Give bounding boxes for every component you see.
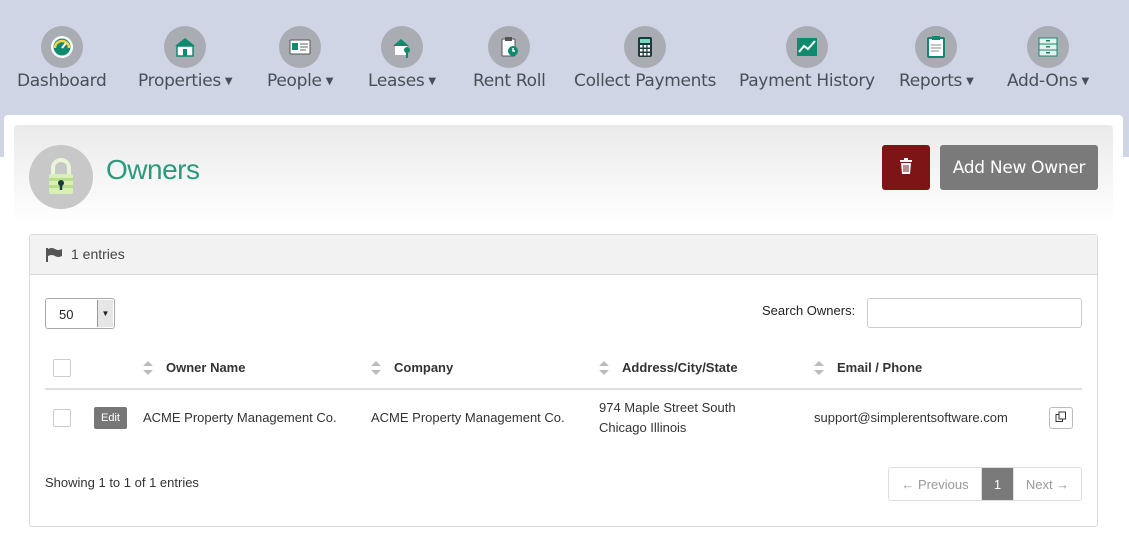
cell-company: ACME Property Management Co. [371, 410, 565, 425]
table-header-divider [45, 388, 1082, 390]
column-header-email-phone[interactable]: Email / Phone [837, 360, 922, 375]
search-label: Search Owners: [762, 303, 856, 318]
entries-count: 1 entries [71, 246, 125, 262]
sort-icon[interactable] [142, 360, 154, 380]
caret-down-icon: ▼ [966, 76, 974, 87]
nav-label: People [267, 71, 322, 91]
page-length-select[interactable]: 50 ▼ [45, 298, 115, 329]
row-checkbox[interactable] [53, 409, 71, 427]
nav-add-ons[interactable]: Add-Ons ▼ [1007, 26, 1089, 91]
address-line2: Chicago Illinois [599, 420, 687, 435]
address-line1: 974 Maple Street South [599, 400, 736, 415]
current-page-button[interactable]: 1 [982, 468, 1013, 500]
caret-down-icon: ▼ [325, 76, 334, 87]
dropdown-arrow-icon: ▼ [97, 300, 113, 327]
column-header-owner-name[interactable]: Owner Name [166, 360, 245, 375]
house-key-icon [380, 26, 423, 68]
search-input[interactable] [867, 298, 1082, 328]
clipboard-icon [915, 26, 958, 68]
line-chart-icon [785, 26, 828, 68]
top-navigation: Dashboard Properties ▼ People ▼ Leases ▼ Re… [0, 0, 1129, 115]
page-title: Owners [106, 154, 200, 185]
caret-down-icon: ▼ [1081, 76, 1089, 87]
column-header-company[interactable]: Company [394, 360, 453, 375]
page-length-value: 50 [59, 307, 74, 322]
caret-down-icon: ▼ [224, 76, 233, 87]
caret-down-icon: ▼ [428, 76, 436, 87]
nav-label: Collect Payments [574, 71, 717, 91]
clipboard-clock-icon [488, 26, 531, 68]
nav-rent-roll[interactable]: Rent Roll [473, 26, 546, 91]
edit-button[interactable]: Edit [94, 407, 127, 429]
house-icon [164, 26, 207, 68]
nav-label: Leases [368, 71, 425, 91]
sort-icon[interactable] [813, 360, 825, 380]
sort-icon[interactable] [598, 360, 610, 380]
nav-properties[interactable]: Properties ▼ [138, 26, 233, 91]
copy-icon [1055, 411, 1067, 426]
cabinet-icon [1026, 26, 1069, 68]
nav-collect-payments[interactable]: Collect Payments [574, 26, 716, 91]
nav-label: Rent Roll [473, 71, 546, 91]
nav-label: Add-Ons [1007, 71, 1078, 91]
nav-dashboard[interactable]: Dashboard [17, 26, 107, 91]
nav-label: Payment History [739, 71, 875, 91]
nav-label: Properties [138, 71, 221, 91]
nav-reports[interactable]: Reports ▼ [899, 26, 974, 91]
next-page-button[interactable]: Next → [1013, 468, 1081, 500]
dashboard-gauge-icon [40, 26, 83, 68]
copy-button[interactable] [1049, 407, 1073, 429]
id-card-icon [279, 26, 322, 68]
calculator-icon [624, 26, 667, 68]
nav-payment-history[interactable]: Payment History [739, 26, 875, 91]
delete-button[interactable] [882, 145, 930, 190]
cell-address: 974 Maple Street South Chicago Illinois [599, 398, 736, 438]
cell-owner-name: ACME Property Management Co. [143, 410, 337, 425]
showing-info: Showing 1 to 1 of 1 entries [45, 475, 199, 490]
add-new-owner-button[interactable]: Add New Owner [940, 145, 1098, 190]
panel-header: 1 entries [30, 235, 1097, 275]
previous-page-button[interactable]: ← Previous [889, 468, 982, 500]
pagination: ← Previous 1 Next → [888, 467, 1082, 501]
cell-email: support@simplerentsoftware.com [814, 410, 1008, 425]
nav-label: Dashboard [17, 71, 107, 91]
select-all-checkbox[interactable] [53, 359, 71, 377]
nav-label: Reports [899, 71, 963, 91]
nav-people[interactable]: People ▼ [267, 26, 333, 91]
column-header-address[interactable]: Address/City/State [622, 360, 738, 375]
flag-icon [46, 247, 62, 266]
trash-icon [899, 158, 913, 177]
padlock-icon [29, 145, 93, 209]
nav-leases[interactable]: Leases ▼ [368, 26, 436, 91]
sort-icon[interactable] [370, 360, 382, 380]
